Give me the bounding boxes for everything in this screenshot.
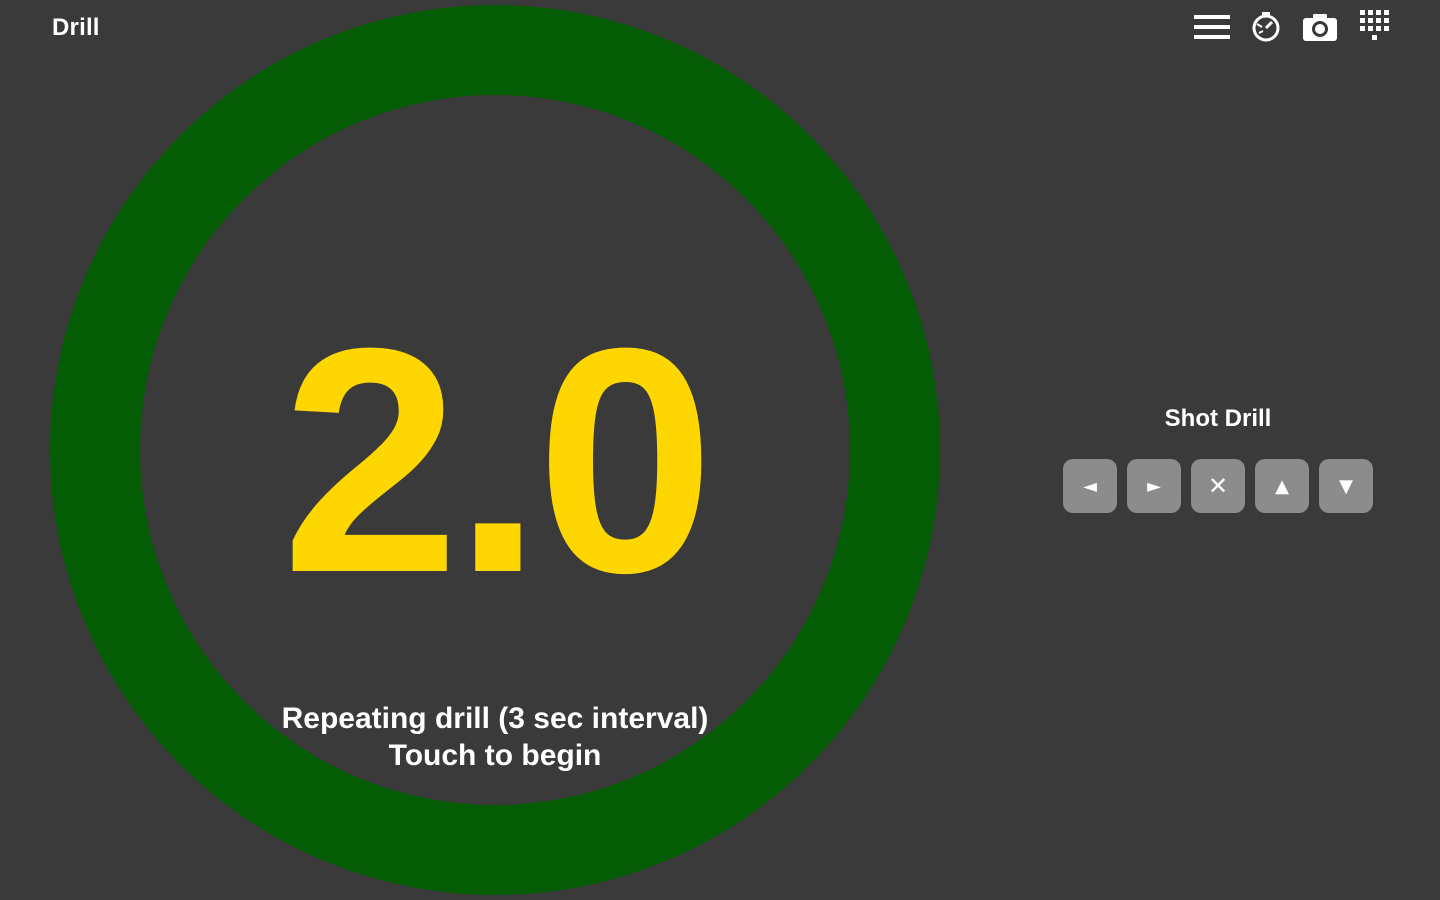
down-arrow-icon: ▼ — [1339, 475, 1353, 497]
app-title: Drill — [52, 14, 100, 41]
toolbar — [1194, 8, 1392, 46]
touch-prompt: Touch to begin — [388, 739, 602, 772]
drill-controls: ◄ ► ✕ ▲ ▼ — [1062, 459, 1374, 513]
up-button[interactable]: ▲ — [1255, 459, 1309, 513]
close-icon: ✕ — [1207, 472, 1229, 500]
clear-button[interactable]: ✕ — [1191, 459, 1245, 513]
shot-drill-title: Shot Drill — [1164, 405, 1272, 432]
up-arrow-icon: ▲ — [1275, 475, 1289, 497]
down-button[interactable]: ▼ — [1319, 459, 1373, 513]
next-button[interactable]: ► — [1127, 459, 1181, 513]
drill-status: Repeating drill (3 sec interval) Touch t… — [50, 700, 940, 774]
drill-mode-text: Repeating drill (3 sec interval) — [281, 702, 709, 735]
previous-button[interactable]: ◄ — [1063, 459, 1117, 513]
shot-drill-panel: Shot Drill ◄ ► ✕ ▲ ▼ — [1062, 405, 1374, 513]
timer-icon[interactable] — [1248, 8, 1284, 46]
menu-icon[interactable] — [1194, 8, 1230, 46]
camera-icon[interactable] — [1302, 8, 1338, 46]
keypad-icon[interactable] — [1356, 8, 1392, 46]
drill-screen[interactable]: Drill 2.0 Repeating drill (3 sec interva… — [0, 0, 1440, 900]
right-arrow-icon: ► — [1147, 475, 1161, 497]
left-arrow-icon: ◄ — [1083, 475, 1097, 497]
timer-value: 2.0 — [281, 281, 715, 639]
